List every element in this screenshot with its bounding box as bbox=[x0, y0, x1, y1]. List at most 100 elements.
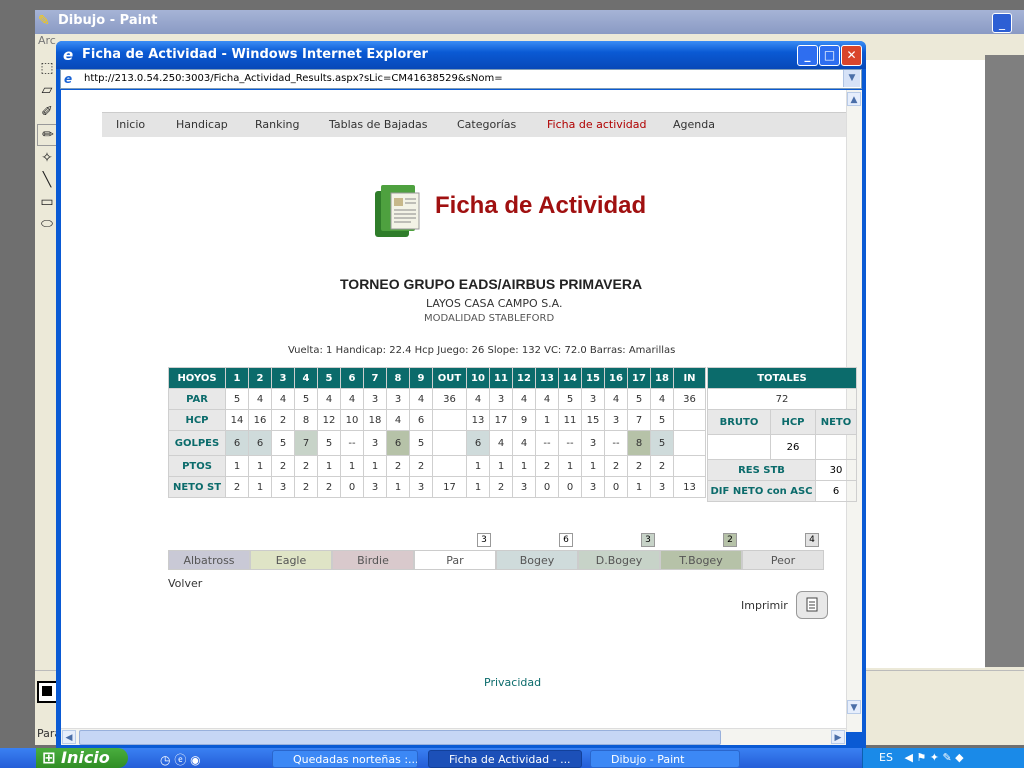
score-cell: 5 bbox=[627, 388, 651, 410]
taskbar-item-quedadas[interactable]: Quedadas norteñas :... bbox=[272, 750, 418, 768]
close-icon[interactable]: ✕ bbox=[841, 45, 862, 66]
score-cell: 36 bbox=[673, 388, 706, 410]
eraser-icon[interactable]: ▱ bbox=[37, 80, 57, 100]
legend-item: Peor bbox=[742, 550, 824, 570]
taskbar-item-ficha[interactable]: Ficha de Actividad - ... bbox=[428, 750, 582, 768]
media-icon[interactable]: ◉ bbox=[190, 753, 200, 767]
nav-tablas-de-bajadas[interactable]: Tablas de Bajadas bbox=[329, 118, 427, 131]
score-cell: 3 bbox=[581, 476, 605, 498]
score-cell: 3 bbox=[489, 388, 513, 410]
scroll-down-icon[interactable]: ▼ bbox=[847, 700, 861, 714]
nav-agenda[interactable]: Agenda bbox=[673, 118, 715, 131]
start-button[interactable]: ⊞ Inicio bbox=[36, 748, 128, 768]
score-cell: 6 bbox=[386, 430, 410, 456]
score-cell: 4 bbox=[340, 388, 364, 410]
totals-table: TOTALES 72 BRUTO HCP NETO 26 RES STB 30 D… bbox=[707, 367, 857, 502]
address-dropdown-icon[interactable]: ▼ bbox=[843, 70, 860, 87]
nav-inicio[interactable]: Inicio bbox=[116, 118, 145, 131]
hcp-value: 26 bbox=[770, 434, 816, 460]
totals-header: TOTALES bbox=[707, 367, 857, 389]
page-icon: e bbox=[64, 72, 73, 86]
header-cell: 2 bbox=[248, 367, 272, 389]
score-cell: 4 bbox=[466, 388, 490, 410]
score-cell: 2 bbox=[489, 476, 513, 498]
score-cell: 1 bbox=[581, 455, 605, 477]
paint-titlebar[interactable] bbox=[35, 10, 1024, 34]
score-cell: 1 bbox=[248, 455, 272, 477]
nav-handicap[interactable]: Handicap bbox=[176, 118, 228, 131]
score-cell: 3 bbox=[409, 476, 433, 498]
score-cell: 1 bbox=[386, 476, 410, 498]
ellipse-icon[interactable]: ⬭ bbox=[37, 214, 57, 234]
club-name: LAYOS CASA CAMPO S.A. bbox=[426, 297, 563, 310]
nav-ranking[interactable]: Ranking bbox=[255, 118, 300, 131]
score-cell: 1 bbox=[225, 455, 249, 477]
rectangle-icon[interactable]: ▭ bbox=[37, 192, 57, 212]
score-cell: 36 bbox=[432, 388, 467, 410]
score-cell: 6 bbox=[248, 430, 272, 456]
taskbar-item-paint[interactable]: Dibujo - Paint bbox=[590, 750, 740, 768]
header-cell: 17 bbox=[627, 367, 651, 389]
address-url[interactable]: http://213.0.54.250:3003/Ficha_Actividad… bbox=[84, 73, 503, 84]
score-cell: 3 bbox=[363, 388, 387, 410]
scroll-up-icon[interactable]: ▲ bbox=[847, 92, 861, 106]
score-cell: 8 bbox=[294, 409, 318, 431]
score-cell: 17 bbox=[489, 409, 513, 431]
score-cell: 0 bbox=[340, 476, 364, 498]
score-cell: 0 bbox=[535, 476, 559, 498]
header-cell: 13 bbox=[535, 367, 559, 389]
language-indicator[interactable]: ES bbox=[879, 751, 893, 764]
score-cell: 3 bbox=[604, 409, 628, 431]
score-cell: 2 bbox=[271, 409, 295, 431]
score-cell: 16 bbox=[248, 409, 272, 431]
score-cell: 0 bbox=[558, 476, 582, 498]
legend-item: Birdie bbox=[332, 550, 414, 570]
header-cell: 7 bbox=[363, 367, 387, 389]
score-cell: 4 bbox=[317, 388, 341, 410]
legend-item: D.Bogey bbox=[578, 550, 660, 570]
scroll-right-icon[interactable]: ▶ bbox=[831, 730, 845, 744]
score-cell: 6 bbox=[466, 430, 490, 456]
scroll-left-icon[interactable]: ◀ bbox=[62, 730, 76, 744]
score-cell: 4 bbox=[650, 388, 674, 410]
maximize-icon[interactable]: □ bbox=[819, 45, 840, 66]
header-cell: 14 bbox=[558, 367, 582, 389]
paint-canvas[interactable] bbox=[865, 60, 985, 668]
score-cell: 7 bbox=[627, 409, 651, 431]
legend-count: 3 bbox=[477, 533, 491, 547]
paint-app-icon: ✎ bbox=[38, 13, 50, 29]
score-cell: 2 bbox=[409, 455, 433, 477]
scroll-thumb[interactable] bbox=[79, 730, 721, 745]
clock-icon[interactable]: ◷ bbox=[160, 753, 170, 767]
score-cell: 17 bbox=[432, 476, 467, 498]
tray-icons[interactable]: ◀ ⚑ ✦ ✎ ◆ bbox=[904, 751, 963, 764]
nav-ficha-de-actividad[interactable]: Ficha de actividad bbox=[547, 118, 647, 131]
minimize-icon[interactable]: _ bbox=[992, 13, 1012, 33]
score-cell: 5 bbox=[409, 430, 433, 456]
header-cell: 4 bbox=[294, 367, 318, 389]
score-cell: 7 bbox=[294, 430, 318, 456]
dropper-icon[interactable]: ✐ bbox=[37, 102, 57, 122]
select-icon[interactable]: ⬚ bbox=[37, 58, 57, 78]
ie-quick-icon[interactable]: ⓔ bbox=[174, 753, 186, 767]
score-cell: 1 bbox=[535, 409, 559, 431]
print-label[interactable]: Imprimir bbox=[741, 599, 788, 612]
score-cell: 1 bbox=[489, 455, 513, 477]
header-cell: 6 bbox=[340, 367, 364, 389]
score-cell: 8 bbox=[627, 430, 651, 456]
score-cell: 3 bbox=[581, 388, 605, 410]
nav-categorias[interactable]: Categorías bbox=[457, 118, 516, 131]
header-hoyos: HOYOS bbox=[168, 367, 226, 389]
line-icon[interactable]: ╲ bbox=[37, 170, 57, 190]
minimize-icon[interactable]: _ bbox=[797, 45, 818, 66]
paint-menu-fragment[interactable]: Arc bbox=[38, 34, 56, 47]
privacy-link[interactable]: Privacidad bbox=[484, 676, 541, 689]
print-button[interactable] bbox=[796, 591, 828, 619]
score-cell: 10 bbox=[340, 409, 364, 431]
score-cell: 12 bbox=[317, 409, 341, 431]
back-link[interactable]: Volver bbox=[168, 577, 202, 590]
score-cell: 4 bbox=[489, 430, 513, 456]
airbrush-icon[interactable]: ✧ bbox=[37, 148, 57, 168]
horizontal-scrollbar[interactable]: ◀ ▶ bbox=[61, 728, 846, 745]
score-cell bbox=[432, 455, 467, 477]
